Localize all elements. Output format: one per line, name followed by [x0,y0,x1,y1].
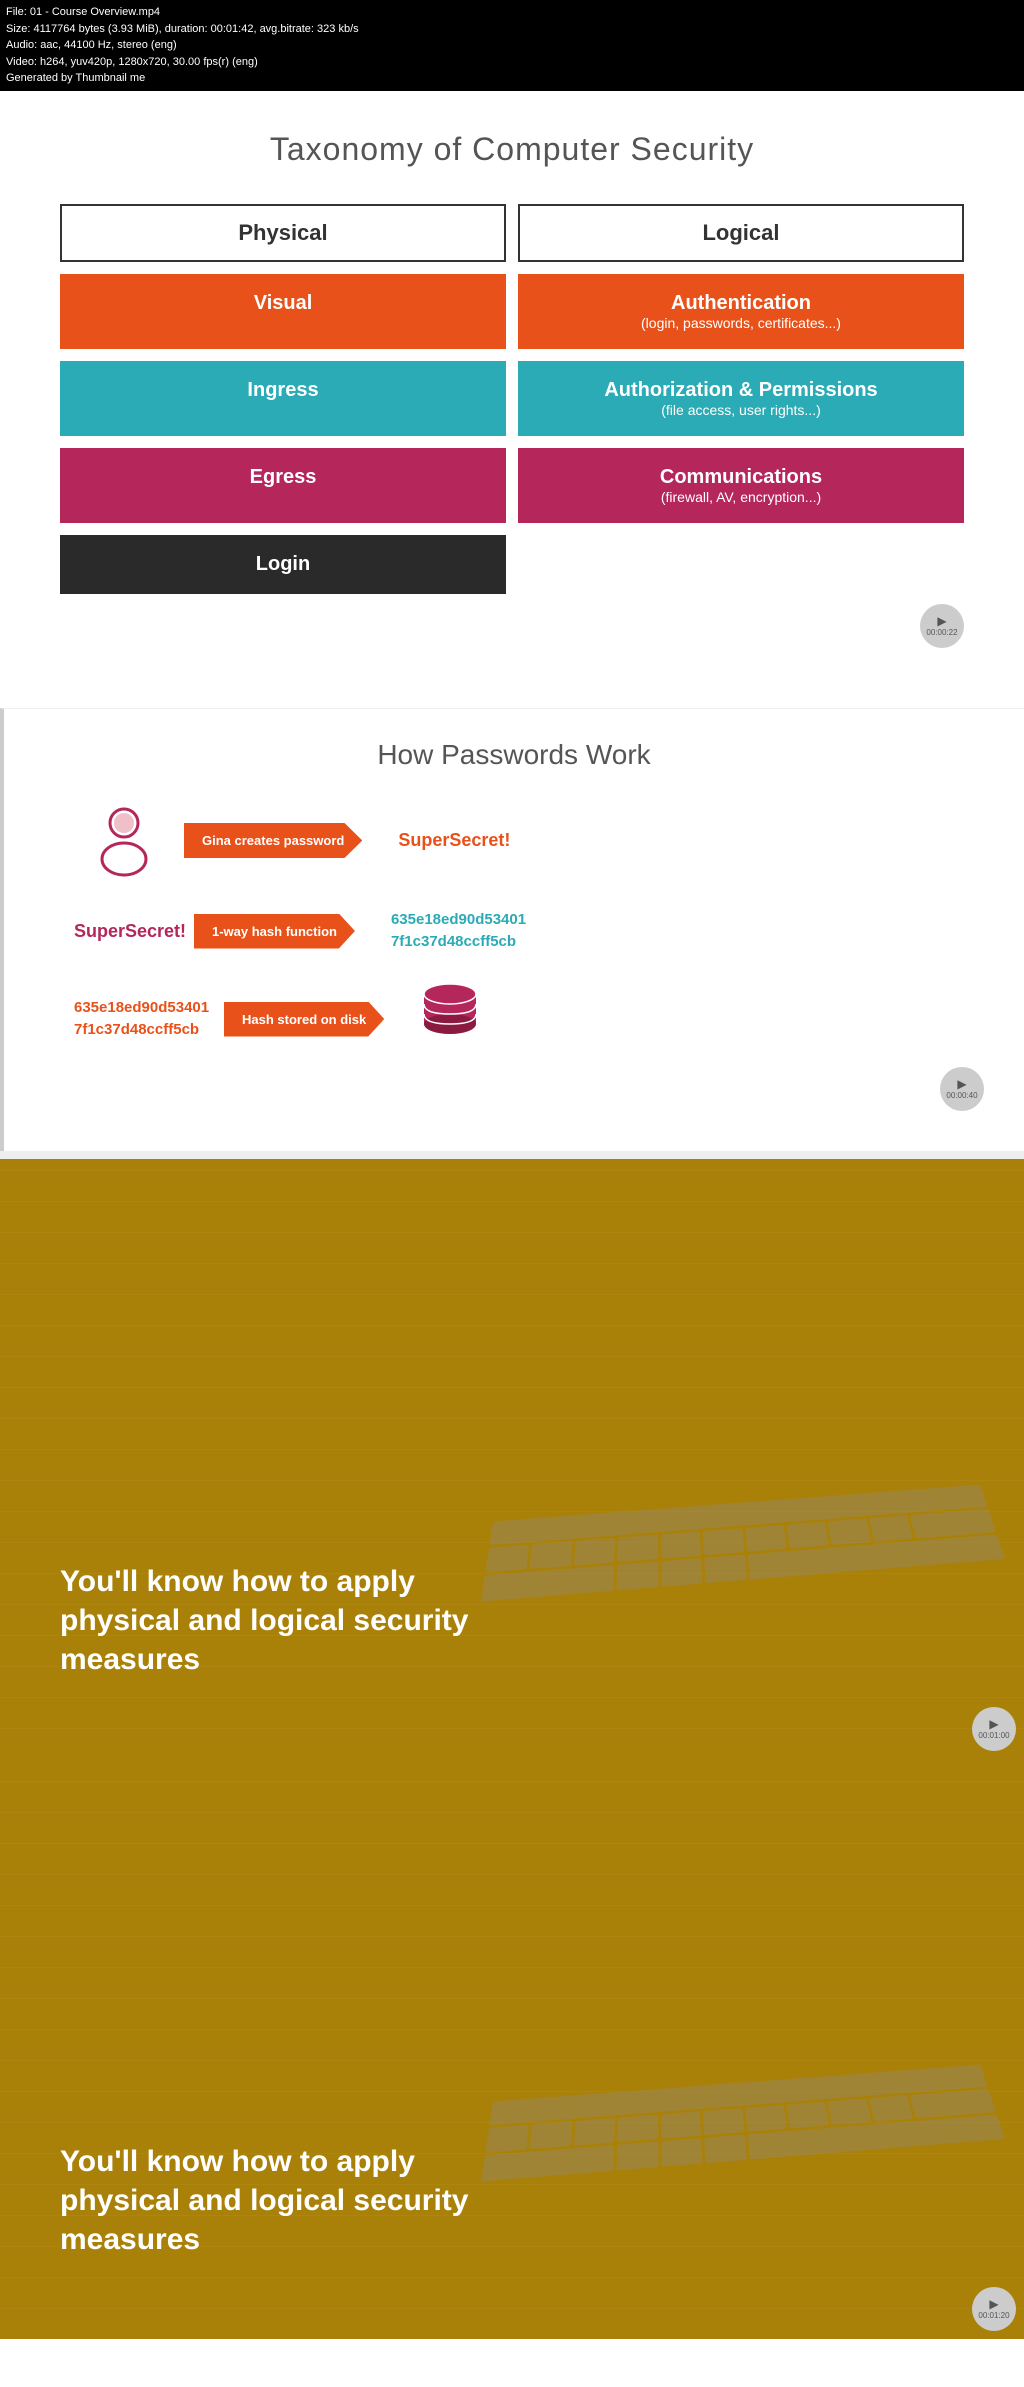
meta-line4: Video: h264, yuv420p, 1280x720, 30.00 fp… [6,54,1018,71]
btn-auth-sub: (login, passwords, certificates...) [530,315,952,331]
btn-comms-sub: (firewall, AV, encryption...) [530,489,952,505]
meta-line3: Audio: aac, 44100 Hz, stereo (eng) [6,37,1018,54]
meta-line2: Size: 4117764 bytes (3.93 MiB), duration… [6,21,1018,38]
left-decoration [4,709,24,1151]
timestamp-slide1: ▶ 00:00:22 [920,604,964,648]
btn-communications[interactable]: Communications (firewall, AV, encryption… [518,448,964,523]
btn-visual-label: Visual [254,292,313,314]
slide-golden-2: You'll know how to apply physical and lo… [0,1759,1024,2339]
btn-authentication[interactable]: Authentication (login, passwords, certif… [518,274,964,349]
meta-line5: Generated by Thumbnail me [6,70,1018,87]
slide-taxonomy: Taxonomy of Computer Security Physical L… [0,91,1024,708]
btn-auth-label: Authentication [530,292,952,315]
separator [0,1151,1024,1159]
hash-output: 635e18ed90d534017f1c37d48ccff5cb [391,909,526,954]
pw-row-1: Gina creates password SuperSecret! [64,801,964,881]
meta-bar: File: 01 - Course Overview.mp4 Size: 411… [0,0,1024,91]
arrow1-label: Gina creates password [202,833,344,848]
btn-comms-label: Communications [530,466,952,489]
btn-authorization[interactable]: Authorization & Permissions (file access… [518,361,964,436]
hash-value-left: 635e18ed90d534017f1c37d48ccff5cb [74,997,224,1042]
password-diagram: Gina creates password SuperSecret! Super… [44,801,984,1057]
btn-authz-sub: (file access, user rights...) [530,402,952,418]
result-supersecret: SuperSecret! [398,830,510,851]
play-icon-2: ▶ [957,1077,966,1091]
arrow3-label: Hash stored on disk [242,1012,366,1027]
gina-avatar [64,801,184,881]
slide-passwords: How Passwords Work Gina creates password… [0,708,1024,1151]
meta-line1: File: 01 - Course Overview.mp4 [6,4,1018,21]
slide-golden-1: You'll know how to apply physical and lo… [0,1159,1024,1759]
btn-egress-label: Egress [250,466,317,488]
arrow2-label: 1-way hash function [212,924,337,939]
password-value-label: SuperSecret! [74,921,194,942]
arrow-creates-password: Gina creates password [184,823,362,858]
taxonomy-title: Taxonomy of Computer Security [60,131,964,168]
golden-text-2: You'll know how to apply physical and lo… [0,2142,550,2259]
timestamp-slide2: ▶ 00:00:40 [940,1067,984,1111]
col-physical-header: Physical [60,204,506,262]
btn-egress[interactable]: Egress [60,448,506,523]
btn-ingress[interactable]: Ingress [60,361,506,436]
btn-login[interactable]: Login [60,535,506,594]
arrow-hash-function: 1-way hash function [194,914,355,949]
play-icon: ▶ [937,614,946,628]
database-icon [420,982,480,1057]
golden-text-1: You'll know how to apply physical and lo… [0,1562,550,1679]
btn-ingress-label: Ingress [247,379,318,401]
taxonomy-grid: Physical Logical Visual Authentication (… [60,204,964,594]
btn-visual[interactable]: Visual [60,274,506,349]
col-logical-header: Logical [518,204,964,262]
btn-authz-label: Authorization & Permissions [530,379,952,402]
passwords-title: How Passwords Work [44,739,984,771]
btn-login-label: Login [256,553,310,575]
arrow-hash-stored: Hash stored on disk [224,1002,384,1037]
pw-row-2: SuperSecret! 1-way hash function 635e18e… [64,909,964,954]
pw-row-3: 635e18ed90d534017f1c37d48ccff5cb Hash st… [64,982,964,1057]
